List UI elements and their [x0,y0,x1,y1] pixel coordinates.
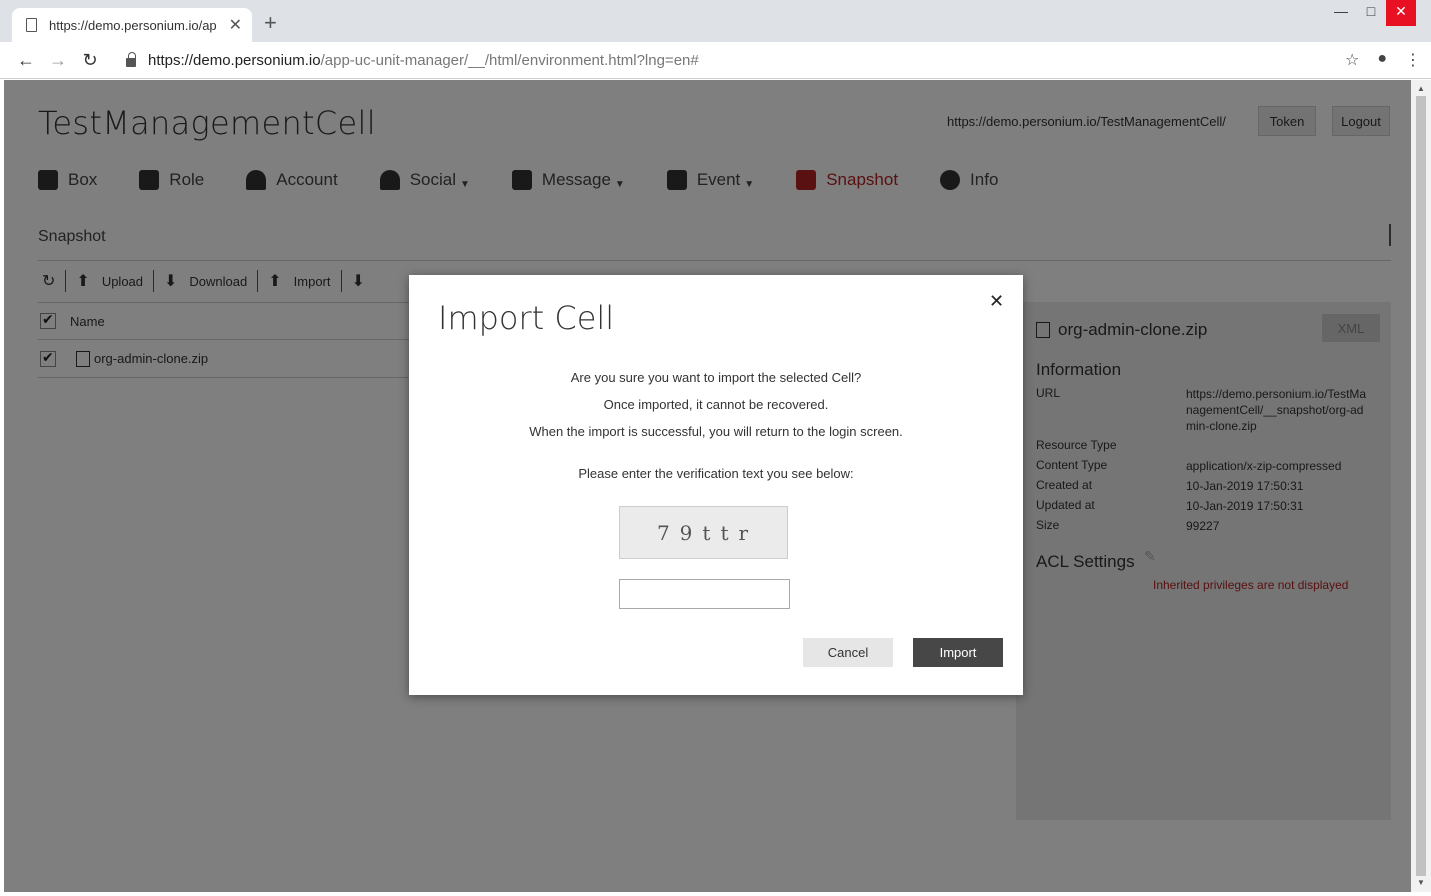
address-bar[interactable]: https://demo.personium.io/app-uc-unit-ma… [116,46,1356,74]
maximize-icon[interactable]: □ [1356,0,1386,26]
forward-icon[interactable]: → [42,50,74,71]
window-controls: — □ ✕ [1326,0,1416,26]
tab-close-icon[interactable]: ✕ [229,15,242,35]
close-icon[interactable]: ✕ [989,291,1004,312]
import-cell-dialog: Import Cell ✕ Are you sure you want to i… [409,275,1023,695]
browser-menu-icon[interactable]: ⋮ [1405,50,1421,70]
back-icon[interactable]: ← [10,50,42,71]
window-close-icon[interactable]: ✕ [1386,0,1416,26]
page-icon [26,18,37,32]
minimize-icon[interactable]: — [1326,0,1356,26]
new-tab-icon[interactable]: + [264,12,277,34]
scroll-down-icon[interactable]: ▼ [1417,878,1425,887]
captcha-image: 79ttr [619,506,788,559]
bookmark-star-icon[interactable]: ☆ [1345,50,1359,70]
verification-prompt: Please enter the verification text you s… [578,466,854,481]
import-button[interactable]: Import [913,638,1003,667]
url-path: /app-uc-unit-manager/__/html/environment… [320,51,699,69]
page-scrollbar[interactable]: ▲ ▼ [1411,80,1431,892]
url-host: https://demo.personium.io [148,51,321,69]
browser-toolbar: ← → ↻ https://demo.personium.io/app-uc-u… [0,42,1431,79]
scrollbar-thumb[interactable] [1416,96,1426,876]
dialog-message: Are you sure you want to import the sele… [570,370,862,385]
lock-icon [126,51,136,67]
dialog-title: Import Cell [438,299,615,337]
dialog-message: Once imported, it cannot be recovered. [603,397,829,412]
dialog-message: When the import is successful, you will … [529,424,903,439]
scroll-up-icon[interactable]: ▲ [1417,84,1425,93]
incognito-icon[interactable]: ● [1377,50,1387,70]
cancel-button[interactable]: Cancel [803,638,893,667]
reload-icon[interactable]: ↻ [74,50,106,71]
verification-input[interactable] [619,579,790,609]
browser-tabbar: https://demo.personium.io/ap ✕ + — □ ✕ [0,0,1431,42]
browser-tab[interactable]: https://demo.personium.io/ap ✕ [12,8,252,42]
tab-title: https://demo.personium.io/ap [49,17,217,33]
